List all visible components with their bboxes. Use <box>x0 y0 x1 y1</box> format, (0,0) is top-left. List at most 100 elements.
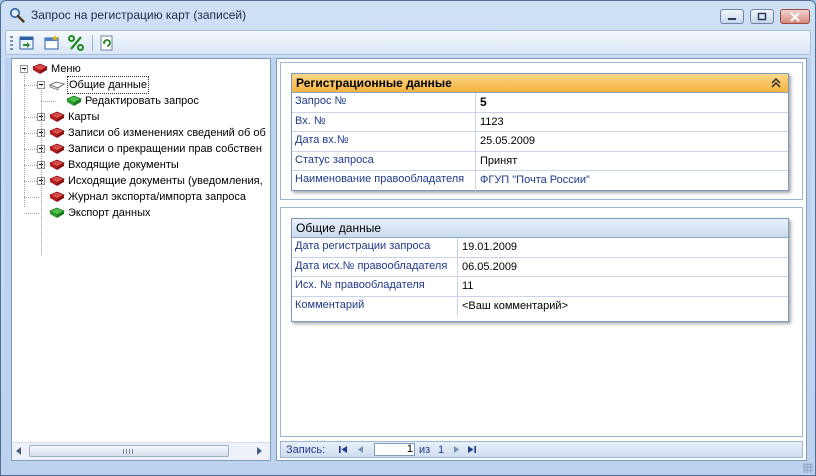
toolbar <box>5 30 811 55</box>
navigator-total: 1 <box>438 444 445 456</box>
tree-node[interactable]: Входящие документы <box>12 157 270 173</box>
book-red-icon <box>49 191 65 202</box>
minimize-button[interactable] <box>720 9 744 24</box>
tree-node[interactable]: Редактировать запрос <box>12 93 270 109</box>
tree-node-label: Входящие документы <box>68 159 179 171</box>
import-icon[interactable] <box>18 34 36 52</box>
restore-icon <box>757 12 767 21</box>
tree-node-label: Меню <box>51 63 81 75</box>
property-row[interactable]: Наименование правообладателя ФГУП "Почта … <box>292 171 788 191</box>
property-value[interactable]: 11 <box>458 277 473 296</box>
tree-node[interactable]: Журнал экспорта/импорта запроса <box>12 189 270 205</box>
book-red-icon <box>49 143 65 154</box>
first-record-icon[interactable] <box>338 445 348 454</box>
toolbar-grip[interactable] <box>10 36 13 50</box>
resize-grip[interactable] <box>803 463 813 473</box>
property-row[interactable]: Исх. № правообладателя 11 <box>292 277 788 297</box>
new-window-icon[interactable] <box>43 34 61 52</box>
previous-record-icon[interactable] <box>356 445 366 454</box>
property-value[interactable]: 25.05.2009 <box>476 132 535 151</box>
property-value[interactable]: 06.05.2009 <box>458 258 517 277</box>
registration-card-title: Регистрационные данные <box>296 76 452 90</box>
tree-node[interactable]: Записи об изменениях сведений об об <box>12 125 270 141</box>
property-row[interactable]: Комментарий <Ваш комментарий> <box>292 296 788 317</box>
registration-section: Регистрационные данные Запрос № 5 Вх. № 112… <box>280 62 803 200</box>
tree-connector <box>41 101 56 102</box>
refresh-icon[interactable] <box>98 34 116 52</box>
horizontal-scrollbar[interactable] <box>12 442 270 460</box>
details-panel: Регистрационные данные Запрос № 5 Вх. № 112… <box>276 58 807 461</box>
window-title: Запрос на регистрацию карт (записей) <box>31 8 247 22</box>
scroll-left-arrow-icon[interactable] <box>16 447 21 455</box>
thumb-grip <box>123 449 133 454</box>
navigator-label: Запись: <box>286 444 326 456</box>
book-red-icon <box>49 175 65 186</box>
tree-node-label: Записи о прекращении прав собствен <box>68 143 262 155</box>
book-open-icon <box>49 81 65 91</box>
title-bar[interactable]: Запрос на регистрацию карт (записей) <box>1 1 815 29</box>
tree-node[interactable]: Записи о прекращении прав собствен <box>12 141 270 157</box>
registration-card-header[interactable]: Регистрационные данные <box>292 74 788 93</box>
property-value[interactable]: <Ваш комментарий> <box>458 297 568 317</box>
property-label: Наименование правообладателя <box>292 171 476 191</box>
close-button[interactable] <box>780 9 810 24</box>
tree-node[interactable]: Карты <box>12 109 270 125</box>
next-record-icon[interactable] <box>451 445 461 454</box>
property-row[interactable]: Запрос № 5 <box>292 93 788 113</box>
tree-node[interactable]: Общие данные <box>12 76 270 94</box>
general-rows: Дата регистрации запроса 19.01.2009 Дата и… <box>292 238 788 316</box>
last-record-icon[interactable] <box>467 445 477 454</box>
property-value[interactable]: 1123 <box>476 113 504 132</box>
collapse-chevron-icon[interactable] <box>770 77 782 89</box>
tree-node[interactable]: Экспорт данных <box>12 205 270 221</box>
maximize-button[interactable] <box>750 9 774 24</box>
property-row[interactable]: Вх. № 1123 <box>292 112 788 132</box>
tree-vertical-connector <box>24 69 25 207</box>
record-number-input[interactable]: 1 <box>374 443 415 456</box>
record-navigator: Запись: 1 из 1 <box>280 441 803 458</box>
book-red-icon <box>49 111 65 122</box>
registration-rows: Запрос № 5 Вх. № 1123 Дата вх.№ 25.05.2009 Ста… <box>292 93 788 191</box>
tree-node-label: Общие данные <box>67 76 149 94</box>
general-card-title: Общие данные <box>296 221 382 235</box>
property-label: Запрос № <box>292 93 476 112</box>
property-label: Исх. № правообладателя <box>292 277 458 296</box>
property-label: Вх. № <box>292 112 476 131</box>
search-magnifier-icon <box>10 8 25 23</box>
property-row[interactable]: Дата исх.№ правообладателя 06.05.2009 <box>292 257 788 277</box>
property-value[interactable]: 19.01.2009 <box>458 238 517 257</box>
property-value[interactable]: Принят <box>476 152 517 171</box>
book-red-icon <box>49 127 65 138</box>
book-green-icon <box>66 95 82 106</box>
tree-node-label: Карты <box>68 111 100 123</box>
property-label: Дата вх.№ <box>292 132 476 151</box>
client-area: Меню Общие данные Редактировать запрос Карт… <box>5 57 811 463</box>
scroll-right-arrow-icon[interactable] <box>257 447 262 455</box>
book-red-icon <box>32 63 48 74</box>
tree-node[interactable]: Исходящие документы (уведомления, <box>12 173 270 189</box>
tree-node[interactable]: Меню <box>12 61 270 77</box>
property-value[interactable]: 5 <box>476 93 487 112</box>
property-row[interactable]: Дата вх.№ 25.05.2009 <box>292 132 788 152</box>
tree-vertical-connector <box>41 85 42 255</box>
property-label: Статус запроса <box>292 151 476 170</box>
property-row[interactable]: Дата регистрации запроса 19.01.2009 <box>292 238 788 258</box>
general-card-header[interactable]: Общие данные <box>292 219 788 238</box>
minimize-icon <box>728 18 736 20</box>
tree-node-label: Редактировать запрос <box>85 95 199 107</box>
general-section: Общие данные Дата регистрации запроса 19.… <box>280 207 803 437</box>
property-label: Комментарий <box>292 296 458 316</box>
toolbar-separator <box>92 35 93 51</box>
navigation-tree-panel: Меню Общие данные Редактировать запрос Карт… <box>11 58 271 461</box>
close-icon <box>790 12 800 22</box>
tree-connector <box>24 213 39 214</box>
general-card: Общие данные Дата регистрации запроса 19.… <box>291 218 789 322</box>
property-label: Дата исх.№ правообладателя <box>292 257 458 276</box>
property-row[interactable]: Статус запроса Принят <box>292 151 788 171</box>
registration-card: Регистрационные данные Запрос № 5 Вх. № 112… <box>291 73 789 191</box>
percent-icon[interactable] <box>67 34 85 52</box>
scrollbar-thumb[interactable] <box>29 445 229 457</box>
property-value[interactable]: ФГУП "Почта России" <box>476 171 590 191</box>
navigation-tree[interactable]: Меню Общие данные Редактировать запрос Карт… <box>12 59 270 444</box>
main-window: Запрос на регистрацию карт (записей) Мен… <box>0 0 816 476</box>
